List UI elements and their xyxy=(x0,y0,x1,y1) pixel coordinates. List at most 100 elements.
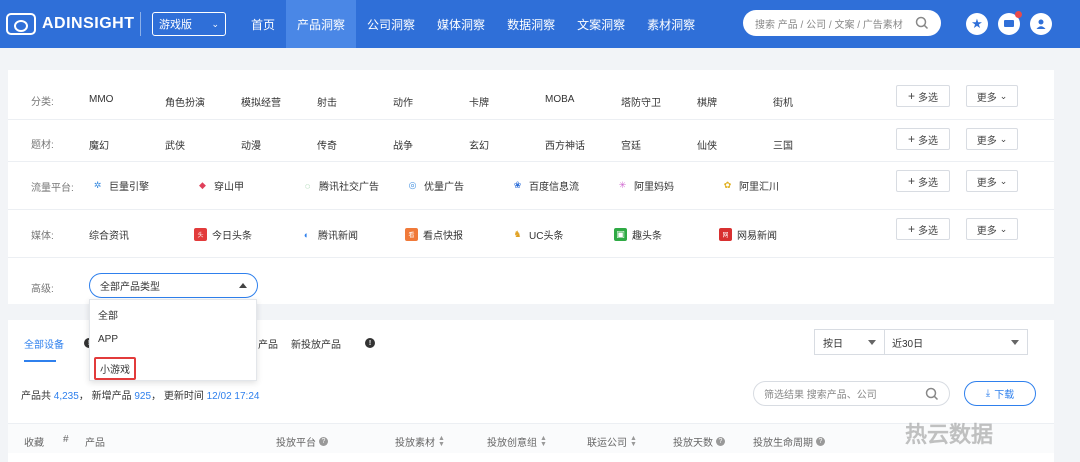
theme-option[interactable]: 三国 xyxy=(773,137,793,152)
multi-select-button[interactable]: + 多选 xyxy=(896,85,950,107)
theme-option[interactable]: 仙侠 xyxy=(697,137,717,152)
more-button[interactable]: 更多 ⌄ xyxy=(966,170,1018,192)
column-label: 投放天数 xyxy=(673,438,713,449)
help-icon[interactable]: ? xyxy=(816,437,825,446)
category-option[interactable]: 角色扮演 xyxy=(165,94,205,109)
media-option[interactable]: 综合资讯 xyxy=(89,227,129,242)
traffic-option[interactable]: ◆ 穿山甲 xyxy=(196,178,244,193)
nav-item-home[interactable]: 首页 xyxy=(240,0,286,48)
nav-item-product-insight[interactable]: 产品洞察 xyxy=(286,0,357,48)
column-co-publisher[interactable]: 联运公司 ▲ ▼ xyxy=(587,434,637,450)
category-option[interactable]: 射击 xyxy=(317,94,337,109)
favorites-star-icon[interactable]: ★ xyxy=(966,13,988,35)
more-button[interactable]: 更多 ⌄ xyxy=(966,128,1018,150)
filter-label-theme: 题材: xyxy=(31,140,54,151)
dropdown-option-all[interactable]: 全部 xyxy=(98,307,118,322)
media-option[interactable]: 看看点快报 xyxy=(405,227,463,242)
theme-option[interactable]: 动漫 xyxy=(241,137,261,152)
filter-row-theme: 题材: 魔幻 武侠 动漫 传奇 战争 玄幻 西方神话 宫廷 仙侠 三国 + 多选 … xyxy=(8,120,1054,162)
media-option[interactable]: ♞ UC头条 xyxy=(511,227,563,242)
category-option[interactable]: 卡牌 xyxy=(469,94,489,109)
search-icon[interactable] xyxy=(925,387,939,401)
column-label: 投放素材 xyxy=(395,438,435,449)
category-option[interactable]: 塔防守卫 xyxy=(621,94,661,109)
theme-option[interactable]: 武侠 xyxy=(165,137,185,152)
category-option[interactable]: 动作 xyxy=(393,94,413,109)
download-button[interactable]: ⤓ 下载 xyxy=(964,381,1036,406)
dropdown-option-app[interactable]: APP xyxy=(98,334,118,345)
media-option[interactable]: ◐ 腾讯新闻 xyxy=(300,227,358,243)
media-option[interactable]: ▣ 趣头条 xyxy=(614,227,662,242)
category-option[interactable]: 街机 xyxy=(773,94,793,109)
traffic-option[interactable]: ✿ 阿里汇川 xyxy=(721,178,779,193)
brand-name: ADINSIGHT xyxy=(42,15,135,32)
multi-select-button[interactable]: + 多选 xyxy=(896,128,950,150)
period-range-select[interactable]: 近30日 xyxy=(884,329,1028,355)
period-unit-select[interactable]: 按日 xyxy=(814,329,885,355)
nav-item-copy-insight[interactable]: 文案洞察 xyxy=(566,0,636,48)
traffic-option[interactable]: ✲ 巨量引擎 xyxy=(91,178,149,193)
category-option[interactable]: MOBA xyxy=(545,94,574,105)
filter-row-media: 媒体: 综合资讯 头今日头条 ◐ 腾讯新闻 看看点快报 ♞ UC头条 ▣ 趣头条 网网… xyxy=(8,210,1054,258)
brand-logo[interactable]: ADINSIGHT xyxy=(6,12,135,36)
nav-item-creative-insight[interactable]: 素材洞察 xyxy=(636,0,706,48)
column-creatives[interactable]: 投放素材 ▲ ▼ xyxy=(395,434,445,450)
multi-select-label: 多选 xyxy=(918,177,938,189)
download-icon: ⤓ xyxy=(985,388,991,399)
toutiao-icon: 头 xyxy=(194,228,207,241)
theme-option[interactable]: 玄幻 xyxy=(469,137,489,152)
column-lifecycle[interactable]: 投放生命周期? xyxy=(753,434,825,449)
category-option[interactable]: 棋牌 xyxy=(697,94,717,109)
multi-select-button[interactable]: + 多选 xyxy=(896,218,950,240)
filter-row-traffic-platform: 流量平台: ✲ 巨量引擎 ◆ 穿山甲 ◌ 腾讯社交广告 ◎ 优量广告 ❀ 百度信息流 ✳ 阿… xyxy=(8,162,1054,210)
user-avatar-icon[interactable] xyxy=(1030,13,1052,35)
multi-select-label: 多选 xyxy=(918,135,938,147)
plus-icon: + xyxy=(907,132,915,146)
help-icon[interactable]: ? xyxy=(716,437,725,446)
column-platform[interactable]: 投放平台? xyxy=(276,434,328,449)
more-button[interactable]: 更多 ⌄ xyxy=(966,85,1018,107)
tencent-ads-icon: ◌ xyxy=(304,180,311,191)
chevron-down-icon: ⌄ xyxy=(999,90,1008,101)
nav-item-data-insight[interactable]: 数据洞察 xyxy=(496,0,566,48)
theme-option[interactable]: 西方神话 xyxy=(545,137,585,152)
result-filter-search-input[interactable]: 筛选结果 搜索产品、公司 xyxy=(753,381,950,406)
main-nav: 首页 产品洞察 公司洞察 媒体洞察 数据洞察 文案洞察 素材洞察 xyxy=(240,0,706,48)
multi-select-button[interactable]: + 多选 xyxy=(896,170,950,192)
product-type-select[interactable]: 全部产品类型 xyxy=(89,273,258,298)
tab-new-products[interactable]: 新投放产品 xyxy=(291,336,341,351)
more-button[interactable]: 更多 ⌄ xyxy=(966,218,1018,240)
tab-all-devices[interactable]: 全部设备 xyxy=(24,336,64,351)
sort-icon[interactable]: ▲ ▼ xyxy=(540,435,547,448)
traffic-option[interactable]: ✳ 阿里妈妈 xyxy=(616,178,674,193)
theme-option[interactable]: 战争 xyxy=(393,137,413,152)
traffic-option[interactable]: ❀ 百度信息流 xyxy=(511,178,579,193)
sort-icon[interactable]: ▲ ▼ xyxy=(630,435,637,448)
uc-icon: ♞ xyxy=(513,229,522,239)
media-option[interactable]: 头今日头条 xyxy=(194,227,252,242)
search-icon[interactable] xyxy=(915,16,929,30)
media-option[interactable]: 网网易新闻 xyxy=(719,227,777,242)
column-creative-groups[interactable]: 投放创意组 ▲ ▼ xyxy=(487,434,547,450)
messages-icon[interactable] xyxy=(998,11,1022,35)
help-icon[interactable]: ? xyxy=(319,437,328,446)
column-days[interactable]: 投放天数? xyxy=(673,434,725,449)
theme-option[interactable]: 魔幻 xyxy=(89,137,109,152)
traffic-option[interactable]: ◌ 腾讯社交广告 xyxy=(301,178,379,194)
nav-item-company-insight[interactable]: 公司洞察 xyxy=(356,0,426,48)
notification-dot xyxy=(1015,11,1022,18)
dropdown-option-mini-game[interactable]: 小游戏 xyxy=(94,357,136,380)
global-search-input[interactable]: 搜索 产品 / 公司 / 文案 / 广告素材 xyxy=(743,10,941,36)
category-option[interactable]: 模拟经营 xyxy=(241,94,281,109)
caret-down-icon xyxy=(868,339,876,345)
theme-option[interactable]: 传奇 xyxy=(317,137,337,152)
nav-item-media-insight[interactable]: 媒体洞察 xyxy=(426,0,496,48)
tab-products[interactable]: 产品 xyxy=(258,336,278,351)
sort-icon[interactable]: ▲ ▼ xyxy=(438,435,445,448)
traffic-option-label: 阿里汇川 xyxy=(739,182,779,193)
info-icon[interactable]: ! xyxy=(365,338,375,348)
theme-option[interactable]: 宫廷 xyxy=(621,137,641,152)
traffic-option[interactable]: ◎ 优量广告 xyxy=(406,178,464,193)
category-option[interactable]: MMO xyxy=(89,94,113,105)
version-select[interactable]: 游戏版 ⌄ xyxy=(152,12,226,36)
